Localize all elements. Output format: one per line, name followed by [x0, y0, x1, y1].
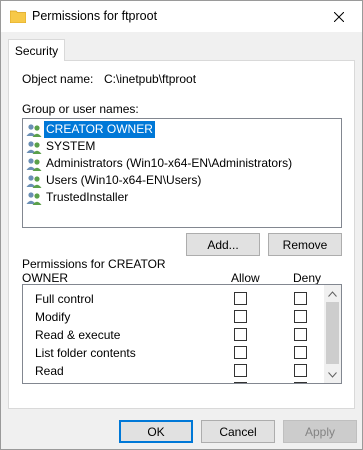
user-name: SYSTEM: [46, 139, 96, 153]
scroll-thumb[interactable]: [326, 302, 339, 364]
table-row: List folder contents: [23, 344, 323, 362]
user-list[interactable]: CREATOR OWNER SYSTEM Administrators (Win…: [22, 118, 342, 228]
table-row: Read & execute: [23, 326, 323, 344]
user-name: CREATOR OWNER: [44, 121, 155, 138]
permission-name: Full control: [35, 292, 94, 306]
deny-checkbox[interactable]: [294, 328, 307, 341]
close-button[interactable]: [316, 1, 362, 32]
apply-button[interactable]: Apply: [283, 420, 357, 443]
ok-button[interactable]: OK: [119, 420, 193, 443]
user-group-icon: [26, 140, 42, 154]
permission-name: Modify: [35, 310, 71, 324]
user-name: Administrators (Win10-x64-EN\Administrat…: [46, 156, 293, 170]
allow-checkbox[interactable]: [234, 310, 247, 323]
group-names-label: Group or user names:: [22, 102, 139, 116]
permissions-scrollbar[interactable]: [324, 285, 341, 383]
folder-icon: [9, 9, 27, 24]
table-row: Read: [23, 362, 323, 380]
deny-checkbox[interactable]: [294, 382, 307, 383]
tab-security[interactable]: Security: [8, 39, 65, 61]
permissions-header-owner: OWNER: [22, 271, 68, 285]
permissions-list: Full control Modify Read & execute List …: [22, 284, 342, 384]
permission-name: Read & execute: [35, 328, 121, 342]
add-button[interactable]: Add...: [186, 233, 260, 256]
chevron-down-icon: [328, 371, 337, 378]
table-row: Full control: [23, 290, 323, 308]
deny-checkbox[interactable]: [294, 310, 307, 323]
allow-checkbox[interactable]: [234, 382, 247, 383]
cancel-button[interactable]: Cancel: [201, 420, 275, 443]
allow-column-header: Allow: [231, 271, 260, 285]
permissions-header: Permissions for CREATOR: [22, 257, 166, 271]
remove-button[interactable]: Remove: [268, 233, 342, 256]
table-row: Modify: [23, 308, 323, 326]
scroll-down-button[interactable]: [324, 366, 341, 383]
deny-checkbox[interactable]: [294, 364, 307, 377]
user-name: TrustedInstaller: [46, 190, 129, 204]
user-group-icon: [26, 174, 42, 188]
close-icon: [334, 11, 344, 22]
deny-column-header: Deny: [293, 271, 322, 285]
user-group-icon: [26, 191, 42, 205]
allow-checkbox[interactable]: [234, 292, 247, 305]
permission-name: Read: [35, 364, 64, 378]
window-title: Permissions for ftproot: [32, 9, 158, 23]
title-bar: Permissions for ftproot: [1, 1, 362, 32]
list-item[interactable]: Users (Win10-x64-EN\Users): [26, 172, 203, 189]
permissions-dialog: Permissions for ftproot Security Object …: [0, 0, 363, 450]
list-item[interactable]: SYSTEM: [26, 138, 97, 155]
object-name-value: C:\inetpub\ftproot: [104, 72, 197, 86]
list-item[interactable]: CREATOR OWNER: [26, 121, 155, 138]
object-name-label: Object name:: [22, 72, 94, 86]
user-name: Users (Win10-x64-EN\Users): [46, 173, 202, 187]
user-group-icon: [26, 123, 42, 137]
chevron-up-icon: [328, 290, 337, 297]
deny-checkbox[interactable]: [294, 346, 307, 359]
table-row: [23, 380, 323, 383]
allow-checkbox[interactable]: [234, 364, 247, 377]
list-item[interactable]: Administrators (Win10-x64-EN\Administrat…: [26, 155, 294, 172]
allow-checkbox[interactable]: [234, 328, 247, 341]
user-group-icon: [26, 157, 42, 171]
deny-checkbox[interactable]: [294, 292, 307, 305]
permission-name: List folder contents: [35, 346, 136, 360]
list-item[interactable]: TrustedInstaller: [26, 189, 130, 206]
allow-checkbox[interactable]: [234, 346, 247, 359]
scroll-up-button[interactable]: [324, 285, 341, 302]
tab-security-label: Security: [14, 43, 59, 58]
